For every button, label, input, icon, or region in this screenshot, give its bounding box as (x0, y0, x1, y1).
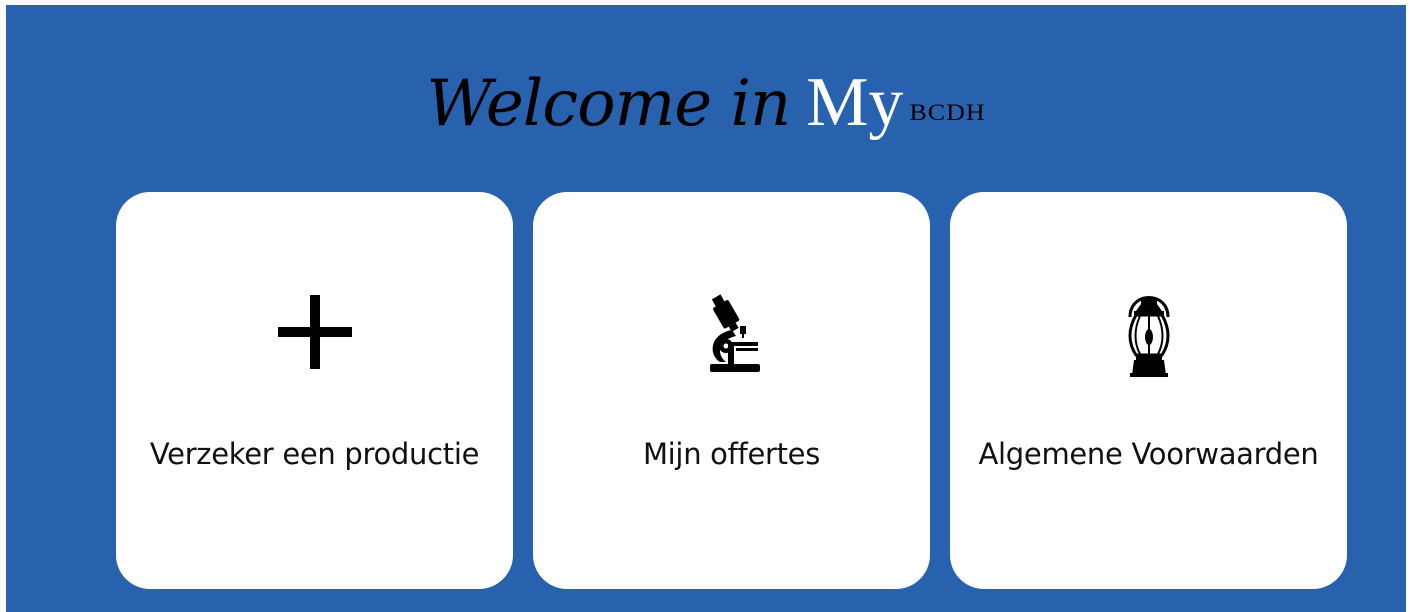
dashboard-page: Welcome in My BCDH Verzeker een productie (6, 5, 1406, 612)
brand-logo-text: BCDH (909, 99, 986, 126)
card-label: Verzeker een productie (149, 437, 480, 471)
my-quotes-card[interactable]: Mijn offertes (533, 192, 930, 589)
insure-production-card[interactable]: Verzeker een productie (116, 192, 513, 589)
welcome-text: Welcome in (426, 67, 791, 141)
microscope-icon (533, 287, 930, 377)
plus-icon (116, 287, 513, 377)
card-label: Mijn offertes (642, 437, 821, 471)
card-label: Algemene Voorwaarden (978, 437, 1319, 471)
terms-conditions-card[interactable]: Algemene Voorwaarden (950, 192, 1347, 589)
lantern-icon (950, 287, 1347, 377)
page-title: Welcome in My BCDH (6, 63, 1406, 143)
my-text: My (806, 64, 904, 141)
